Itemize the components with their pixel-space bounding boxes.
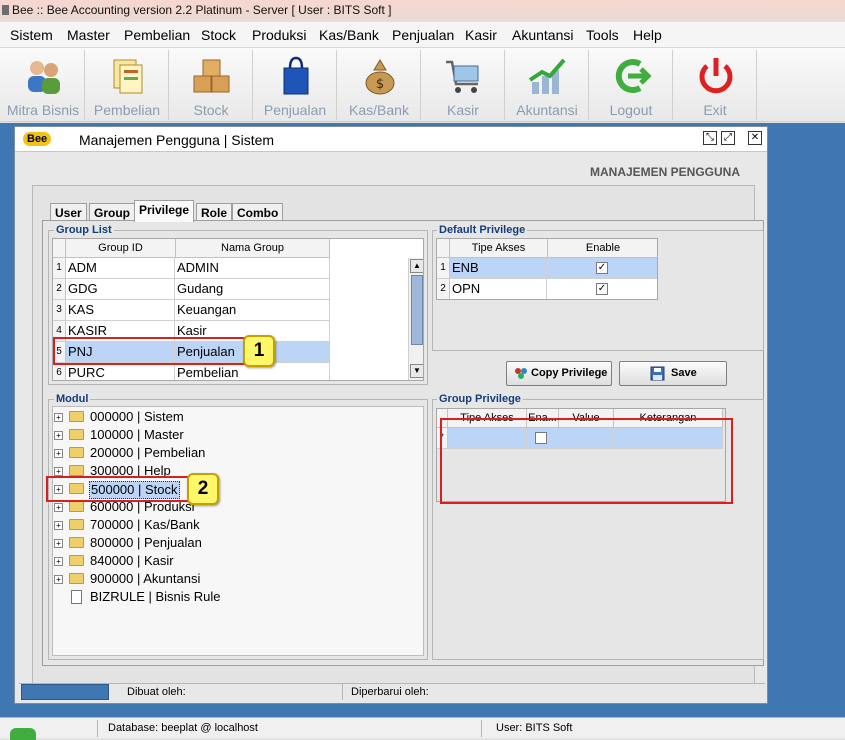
status-indicator: [21, 684, 109, 700]
folder-icon: [69, 537, 84, 548]
app-icon: [2, 5, 9, 15]
tab-combo[interactable]: Combo: [232, 203, 284, 221]
column-header-tipe-akses[interactable]: Tipe Akses: [449, 239, 548, 258]
tab-role[interactable]: Role: [196, 203, 233, 221]
menu-bar: Sistem Master Pembelian Stock Produksi K…: [0, 22, 845, 48]
folder-icon: [69, 447, 84, 458]
close-icon[interactable]: ✕: [748, 131, 762, 145]
shopping-bag-icon: [283, 56, 309, 95]
documents-icon: [113, 59, 143, 94]
database-status: Database: beeplat @ localhost: [102, 720, 482, 737]
callout-badge-2: 2: [187, 473, 219, 505]
svg-text:$: $: [376, 77, 384, 92]
menu-pembelian[interactable]: Pembelian: [124, 27, 190, 43]
folder-icon: [69, 555, 84, 566]
default-privilege-title: Default Privilege: [437, 224, 528, 236]
toolbar-akuntansi-button[interactable]: Akuntansi: [506, 50, 589, 120]
column-header-group-id[interactable]: Group ID: [65, 239, 176, 258]
folder-icon: [69, 429, 84, 440]
window-title: Bee :: Bee Accounting version 2.2 Platin…: [12, 3, 392, 17]
menu-produksi[interactable]: Produksi: [252, 27, 306, 43]
restore-icon[interactable]: ⤡: [703, 131, 717, 145]
menu-akuntansi[interactable]: Akuntansi: [512, 27, 573, 43]
cart-icon: [446, 60, 479, 93]
toolbar-kasir-button[interactable]: Kasir: [422, 50, 505, 120]
folder-icon: [69, 519, 84, 530]
tab-user[interactable]: User: [50, 203, 87, 221]
floppy-disk-icon: [650, 366, 665, 381]
page-title: MANAJEMEN PENGGUNA: [590, 165, 741, 179]
users-icon: [28, 61, 60, 94]
created-by-label: Dibuat oleh:: [121, 684, 343, 700]
callout-box-privilege: [440, 418, 733, 504]
expand-icon[interactable]: +: [54, 413, 63, 422]
menu-tools[interactable]: Tools: [586, 27, 619, 43]
power-icon: [699, 58, 733, 94]
folder-icon: [69, 411, 84, 422]
toolbar-pembelian-button[interactable]: Pembelian: [86, 50, 169, 120]
menu-sistem[interactable]: Sistem: [10, 27, 53, 43]
expand-icon[interactable]: +: [54, 503, 63, 512]
menu-kas-bank[interactable]: Kas/Bank: [319, 27, 379, 43]
default-privilege-grid: Tipe Akses Enable 1 ENB ✓ 2 OPN ✓: [436, 238, 658, 300]
users-group-icon: [515, 368, 527, 379]
toolbar-mitra-bisnis-button[interactable]: Mitra Bisnis: [2, 50, 85, 120]
scroll-up-icon[interactable]: ▲: [410, 259, 423, 273]
boxes-icon: [193, 59, 230, 93]
tab-privilege[interactable]: Privilege: [134, 200, 195, 222]
chart-icon: [528, 58, 566, 94]
logout-icon: [615, 59, 652, 93]
group-list-scrollbar[interactable]: ▲ ▼: [408, 258, 423, 380]
callout-box-modul: [46, 476, 190, 502]
window-status-bar: Dibuat oleh: Diperbarui oleh:: [19, 683, 765, 701]
folder-icon: [69, 465, 84, 476]
expand-icon[interactable]: +: [54, 557, 63, 566]
expand-icon[interactable]: +: [54, 431, 63, 440]
expand-icon[interactable]: +: [54, 521, 63, 530]
bee-logo: Bee: [23, 132, 52, 146]
window-title-text: Manajemen Pengguna | Sistem: [79, 132, 275, 148]
scroll-down-icon[interactable]: ▼: [410, 364, 423, 378]
folder-icon: [69, 573, 84, 584]
callout-badge-1: 1: [243, 335, 275, 367]
menu-stock[interactable]: Stock: [201, 27, 236, 43]
menu-master[interactable]: Master: [67, 27, 110, 43]
toolbar-penjualan-button[interactable]: Penjualan: [254, 50, 337, 120]
tab-group[interactable]: Group: [89, 203, 135, 221]
toolbar-stock-button[interactable]: Stock: [170, 50, 253, 120]
scroll-thumb[interactable]: [411, 275, 423, 345]
expand-icon[interactable]: +: [54, 449, 63, 458]
enable-checkbox[interactable]: ✓: [596, 283, 608, 295]
updated-by-label: Diperbarui oleh:: [351, 686, 429, 698]
enable-checkbox[interactable]: ✓: [596, 262, 608, 274]
toolbar-exit-button[interactable]: Exit: [674, 50, 757, 120]
callout-box-group: [53, 337, 245, 365]
save-button[interactable]: Save: [619, 361, 727, 386]
expand-icon[interactable]: +: [54, 539, 63, 548]
bee-status-icon: [2, 720, 98, 740]
menu-help[interactable]: Help: [633, 27, 662, 43]
column-header-enable[interactable]: Enable: [547, 239, 657, 258]
money-bag-icon: $: [365, 59, 395, 95]
expand-icon[interactable]: +: [54, 575, 63, 584]
window-titlebar: Bee Manajemen Pengguna | Sistem ⤡ ⤢ ✕: [15, 127, 767, 152]
modul-title: Modul: [54, 393, 91, 405]
group-list-title: Group List: [54, 224, 114, 236]
toolbar-kas-bank-button[interactable]: $ Kas/Bank: [338, 50, 421, 120]
toolbar-logout-button[interactable]: Logout: [590, 50, 673, 120]
copy-privilege-button[interactable]: Copy Privilege: [506, 361, 612, 386]
app-status-bar: Database: beeplat @ localhost User: BITS…: [0, 717, 845, 740]
menu-penjualan[interactable]: Penjualan: [392, 27, 454, 43]
group-privilege-title: Group Privilege: [437, 393, 523, 405]
title-bar: Bee :: Bee Accounting version 2.2 Platin…: [0, 0, 845, 22]
column-header-nama-group[interactable]: Nama Group: [175, 239, 330, 258]
document-icon: [71, 590, 82, 604]
menu-kasir[interactable]: Kasir: [465, 27, 497, 43]
maximize-icon[interactable]: ⤢: [721, 131, 735, 145]
folder-icon: [69, 501, 84, 512]
user-status: User: BITS Soft: [496, 722, 573, 734]
expand-icon[interactable]: +: [54, 467, 63, 476]
toolbar: Mitra Bisnis Pembelian Stock Penjualan $…: [0, 48, 845, 122]
